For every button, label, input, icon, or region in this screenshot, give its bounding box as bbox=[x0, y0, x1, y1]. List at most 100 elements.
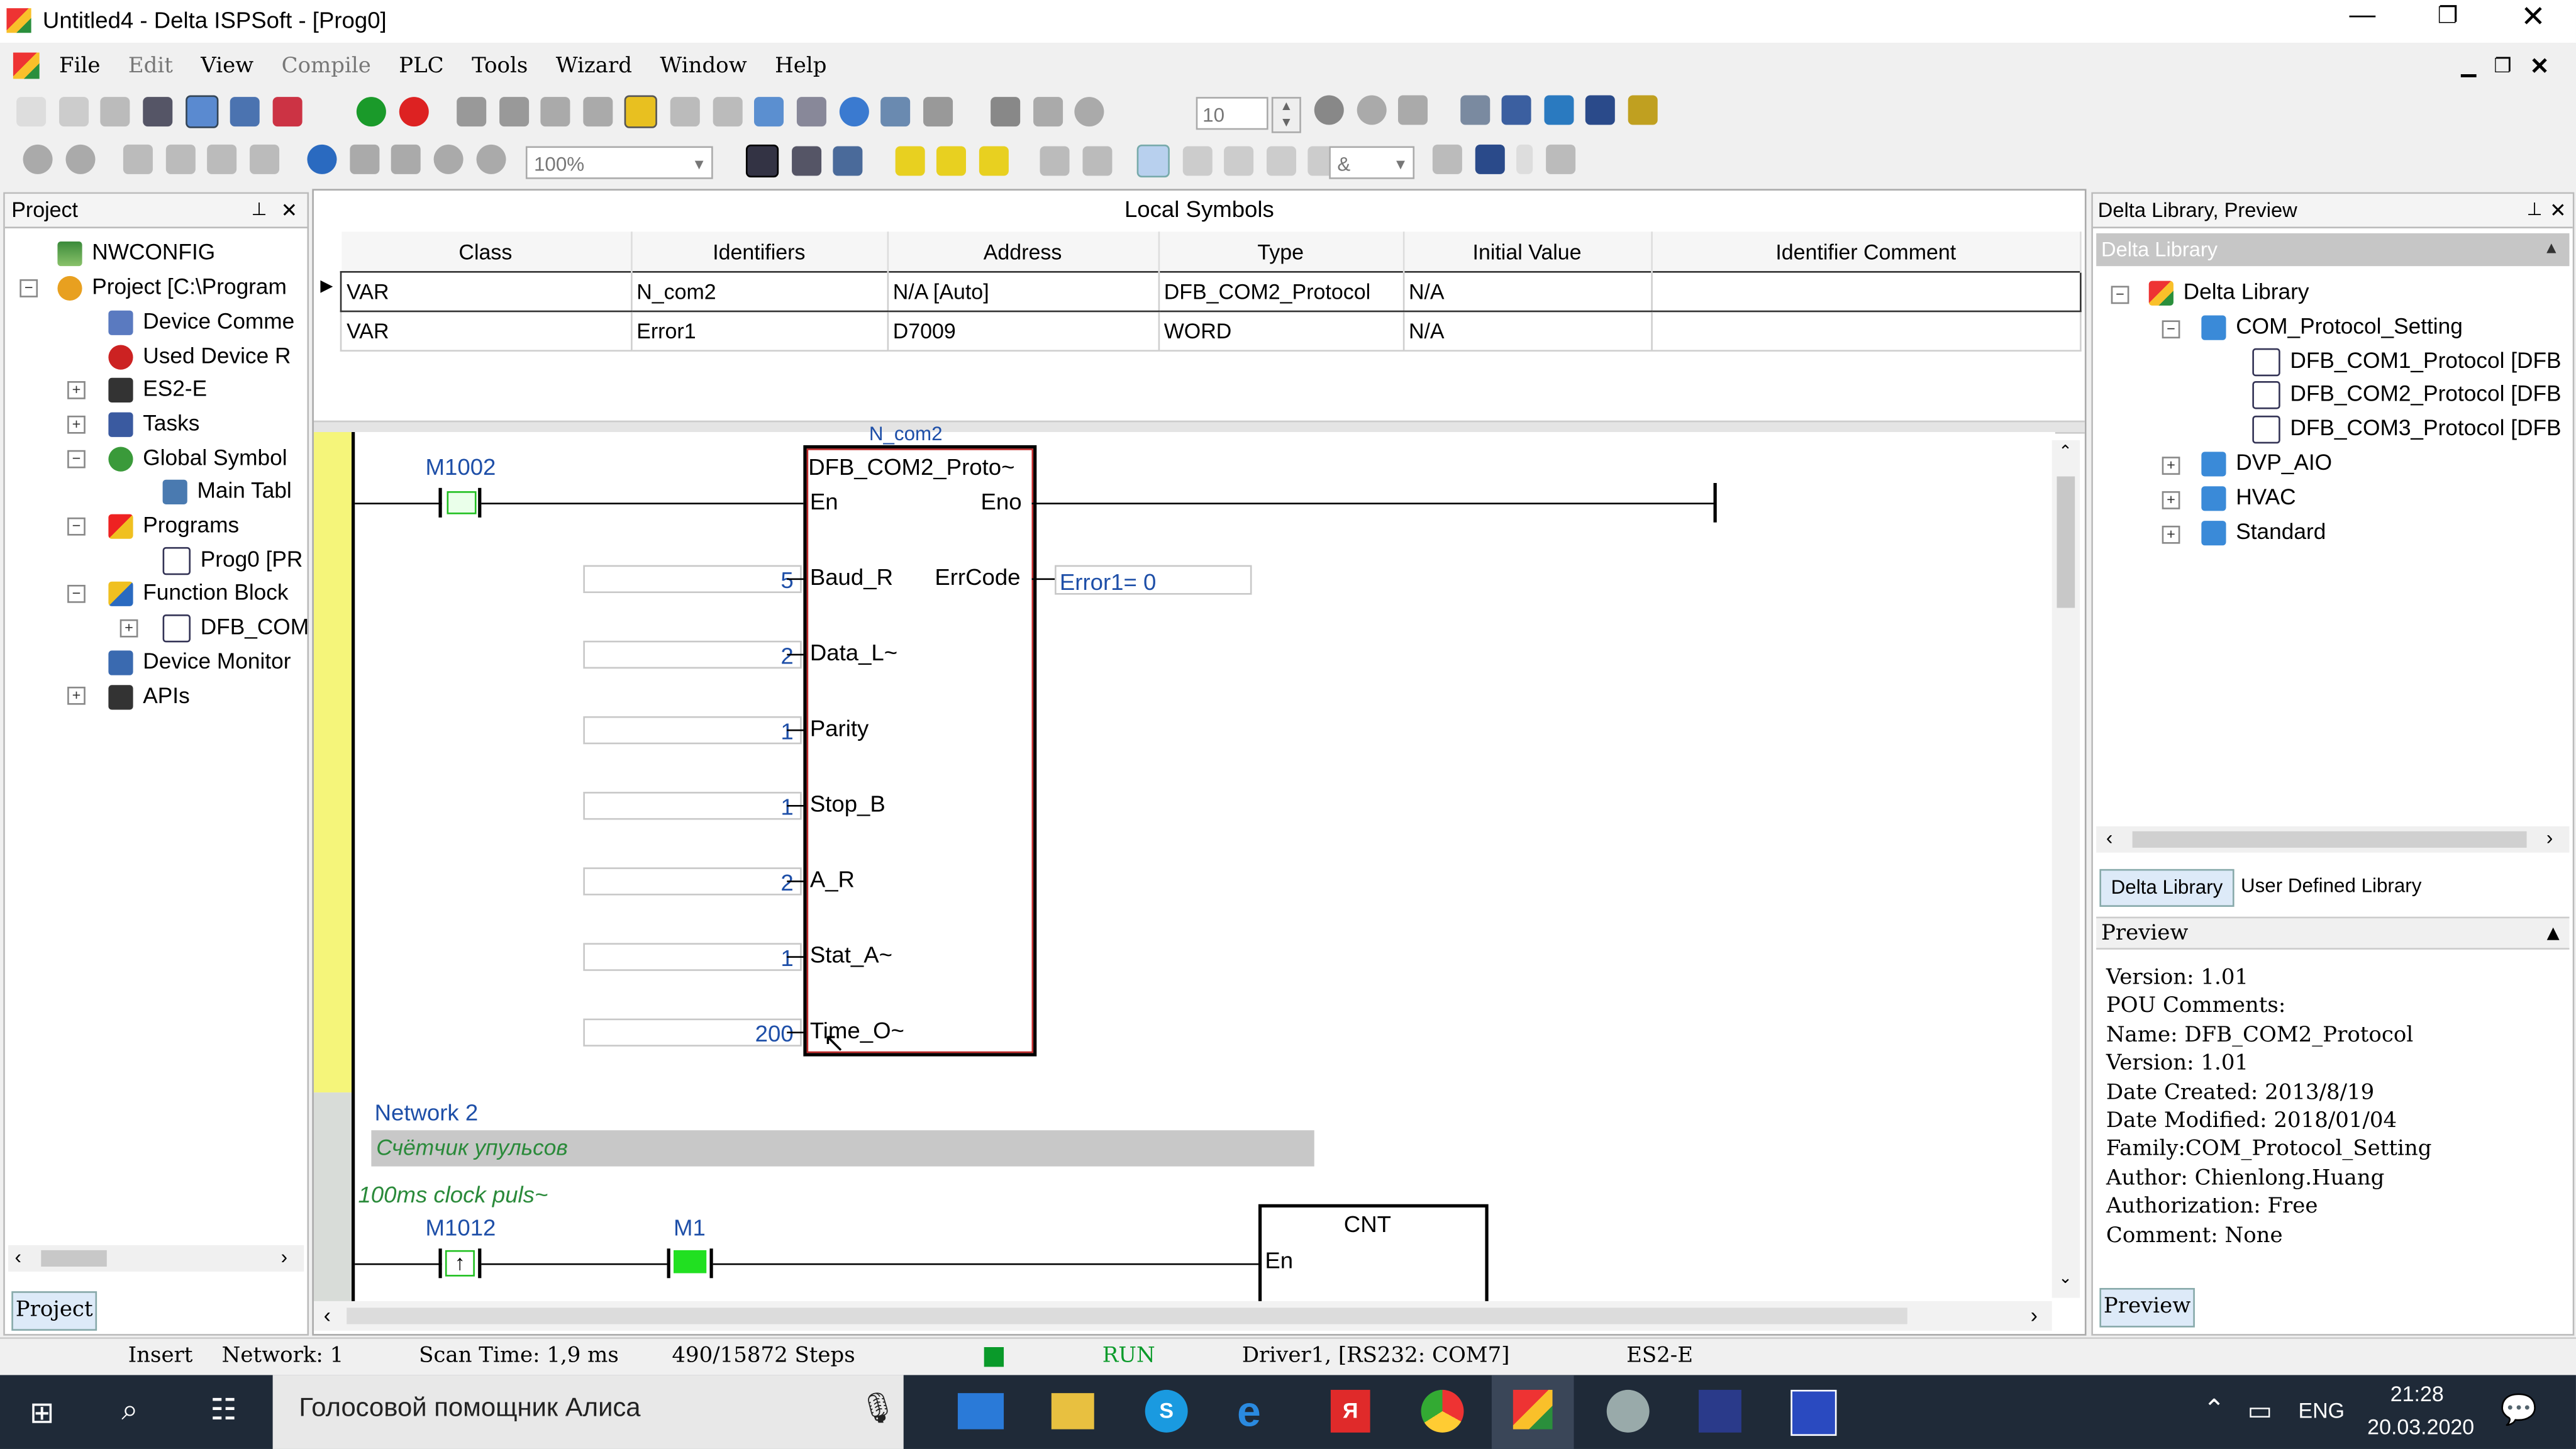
delete-icon[interactable] bbox=[249, 144, 279, 174]
tray-lang[interactable]: ENG bbox=[2298, 1398, 2345, 1423]
lib-tree-hvac[interactable]: HVAC bbox=[2201, 481, 2296, 514]
col-address[interactable]: Address bbox=[887, 231, 1159, 272]
transfer-icon[interactable] bbox=[796, 97, 826, 127]
mdi-restore-icon[interactable]: ❐ bbox=[2494, 46, 2511, 86]
table-row[interactable]: VAR N_com2 N/A [Auto] DFB_COM2_Protocol … bbox=[340, 271, 2082, 313]
yandex-icon[interactable]: Я bbox=[1330, 1389, 1370, 1433]
timer-icon[interactable] bbox=[1075, 97, 1105, 127]
scroll-right-icon[interactable]: › bbox=[281, 1245, 287, 1269]
scroll-right-icon[interactable]: › bbox=[2031, 1302, 2038, 1327]
print-icon[interactable] bbox=[142, 97, 172, 127]
menu-help[interactable]: Help bbox=[775, 54, 826, 79]
tree-item-device-monitor[interactable]: Device Monitor bbox=[108, 646, 291, 679]
pin-icon[interactable]: ⊥ bbox=[2527, 194, 2543, 226]
tree-item-project[interactable]: Project [C:\Program bbox=[57, 271, 287, 304]
lib-tree-delta-library[interactable]: Delta Library bbox=[2148, 276, 2309, 309]
table-row[interactable]: VAR Error1 D7009 WORD N/A bbox=[340, 310, 2082, 352]
scroll-down-icon[interactable]: ⌄ bbox=[2058, 1270, 2072, 1288]
tray-time[interactable]: 21:28 bbox=[2390, 1382, 2444, 1406]
menu-compile[interactable]: Compile bbox=[282, 54, 371, 79]
upload-icon[interactable] bbox=[456, 97, 486, 127]
col-identifiers[interactable]: Identifiers bbox=[631, 231, 888, 272]
contact-m1012[interactable]: ↑ bbox=[438, 1248, 482, 1279]
editor-hscroll[interactable]: ‹ › bbox=[313, 1301, 2052, 1331]
align-icon[interactable] bbox=[1432, 144, 1462, 174]
force-icon[interactable] bbox=[991, 97, 1021, 127]
notifications-icon[interactable]: 💬 bbox=[2501, 1393, 2538, 1428]
arrow-up-icon[interactable] bbox=[1474, 144, 1504, 174]
zoom-in-icon[interactable] bbox=[433, 144, 464, 174]
explorer-icon[interactable] bbox=[1051, 1393, 1094, 1430]
monitor-icon[interactable] bbox=[625, 95, 658, 128]
network-tray-icon[interactable]: ▭ bbox=[2247, 1395, 2272, 1428]
scroll-up-icon[interactable]: ⌃ bbox=[2058, 443, 2072, 462]
library-hscroll[interactable]: ‹ › bbox=[2096, 826, 2570, 853]
redo-icon[interactable] bbox=[65, 144, 95, 174]
branch-icon[interactable] bbox=[1266, 146, 1296, 176]
collapse-icon[interactable]: − bbox=[67, 450, 86, 469]
reset-icon[interactable] bbox=[1033, 97, 1063, 127]
menu-edit[interactable]: Edit bbox=[128, 54, 173, 79]
expand-icon[interactable]: + bbox=[2162, 457, 2180, 475]
insert3-icon[interactable] bbox=[979, 146, 1009, 176]
app-blue-icon[interactable] bbox=[1699, 1389, 1741, 1433]
expand-icon[interactable]: + bbox=[67, 415, 86, 434]
tab-delta-library[interactable]: Delta Library bbox=[2099, 869, 2235, 907]
expand-icon[interactable]: + bbox=[67, 381, 86, 399]
lib-tree-dfb-com2[interactable]: DFB_COM2_Protocol [DFB bbox=[2252, 378, 2562, 411]
menu-window[interactable]: Window bbox=[660, 54, 747, 79]
input-time-o[interactable]: 200 bbox=[583, 1018, 802, 1046]
chrome-icon[interactable] bbox=[1421, 1389, 1464, 1433]
menu-tools[interactable]: Tools bbox=[472, 54, 528, 79]
tree-item-global-symbols[interactable]: Global Symbol bbox=[108, 442, 287, 475]
mdi-minimize-icon[interactable]: ▁ bbox=[2461, 46, 2476, 86]
tree-item-es2e[interactable]: ES2-E bbox=[108, 373, 207, 406]
save-icon[interactable] bbox=[100, 97, 131, 127]
edge-icon[interactable]: e bbox=[1237, 1390, 1280, 1433]
layout-icon[interactable] bbox=[184, 95, 218, 128]
lib-tree-dfb-com1[interactable]: DFB_COM1_Protocol [DFB bbox=[2252, 345, 2562, 378]
tree-item-function-blocks[interactable]: Function Block bbox=[108, 577, 289, 609]
tray-chevron-up-icon[interactable]: ⌃ bbox=[2203, 1393, 2225, 1426]
network2-comment[interactable]: Счётчик упульсов bbox=[371, 1130, 1314, 1167]
preview-header[interactable]: Preview ▲ bbox=[2096, 916, 2570, 950]
dropdown-icon[interactable] bbox=[1516, 144, 1533, 174]
col-initial-value[interactable]: Initial Value bbox=[1402, 231, 1652, 272]
lib-tree-com-protocol-setting[interactable]: COM_Protocol_Setting bbox=[2201, 311, 2463, 343]
tree-item-device-comments[interactable]: Device Comme bbox=[108, 306, 294, 338]
extra-icon[interactable] bbox=[1545, 144, 1575, 174]
collapse-icon[interactable]: − bbox=[2111, 286, 2129, 304]
device-icon[interactable] bbox=[754, 97, 784, 127]
online-icon[interactable] bbox=[670, 97, 700, 127]
project-hscroll[interactable]: ‹ › bbox=[8, 1245, 304, 1272]
link-icon[interactable] bbox=[1398, 95, 1428, 125]
compare-icon[interactable] bbox=[540, 97, 570, 127]
errcode-output[interactable]: Error1= 0 bbox=[1055, 565, 1252, 595]
copy-icon[interactable] bbox=[165, 144, 195, 174]
menu-wizard[interactable]: Wizard bbox=[556, 54, 632, 79]
module-icon[interactable] bbox=[1585, 95, 1616, 125]
window-icon[interactable] bbox=[230, 97, 260, 127]
logic-select[interactable]: & ▼ bbox=[1329, 146, 1415, 179]
download-icon[interactable] bbox=[498, 97, 528, 127]
ispsoft-taskbar-icon[interactable] bbox=[1491, 1375, 1574, 1449]
tree-item-prog0[interactable]: Prog0 [PR bbox=[162, 544, 303, 577]
skype-icon[interactable]: S bbox=[1145, 1389, 1188, 1433]
network-icon[interactable] bbox=[833, 146, 863, 176]
offline-icon[interactable] bbox=[712, 97, 742, 127]
ladder-icon[interactable] bbox=[745, 144, 779, 178]
expand-icon[interactable]: + bbox=[2162, 525, 2180, 544]
tree-icon[interactable] bbox=[923, 97, 953, 127]
io-icon[interactable] bbox=[1501, 95, 1531, 125]
step-spinner[interactable]: ▲ ▼ bbox=[1271, 97, 1301, 133]
minimize-icon[interactable]: — bbox=[2343, 2, 2382, 38]
tray-date[interactable]: 20.03.2020 bbox=[2367, 1414, 2474, 1439]
input-stop-b[interactable]: 1 bbox=[583, 792, 802, 820]
module2-icon[interactable] bbox=[1628, 95, 1658, 125]
run-icon[interactable] bbox=[356, 97, 386, 127]
input-stat-a[interactable]: 1 bbox=[583, 943, 802, 971]
menu-view[interactable]: View bbox=[201, 54, 253, 79]
hmi-icon[interactable] bbox=[1543, 95, 1574, 125]
bulb-icon[interactable] bbox=[838, 97, 869, 127]
stop-icon[interactable] bbox=[398, 97, 428, 127]
